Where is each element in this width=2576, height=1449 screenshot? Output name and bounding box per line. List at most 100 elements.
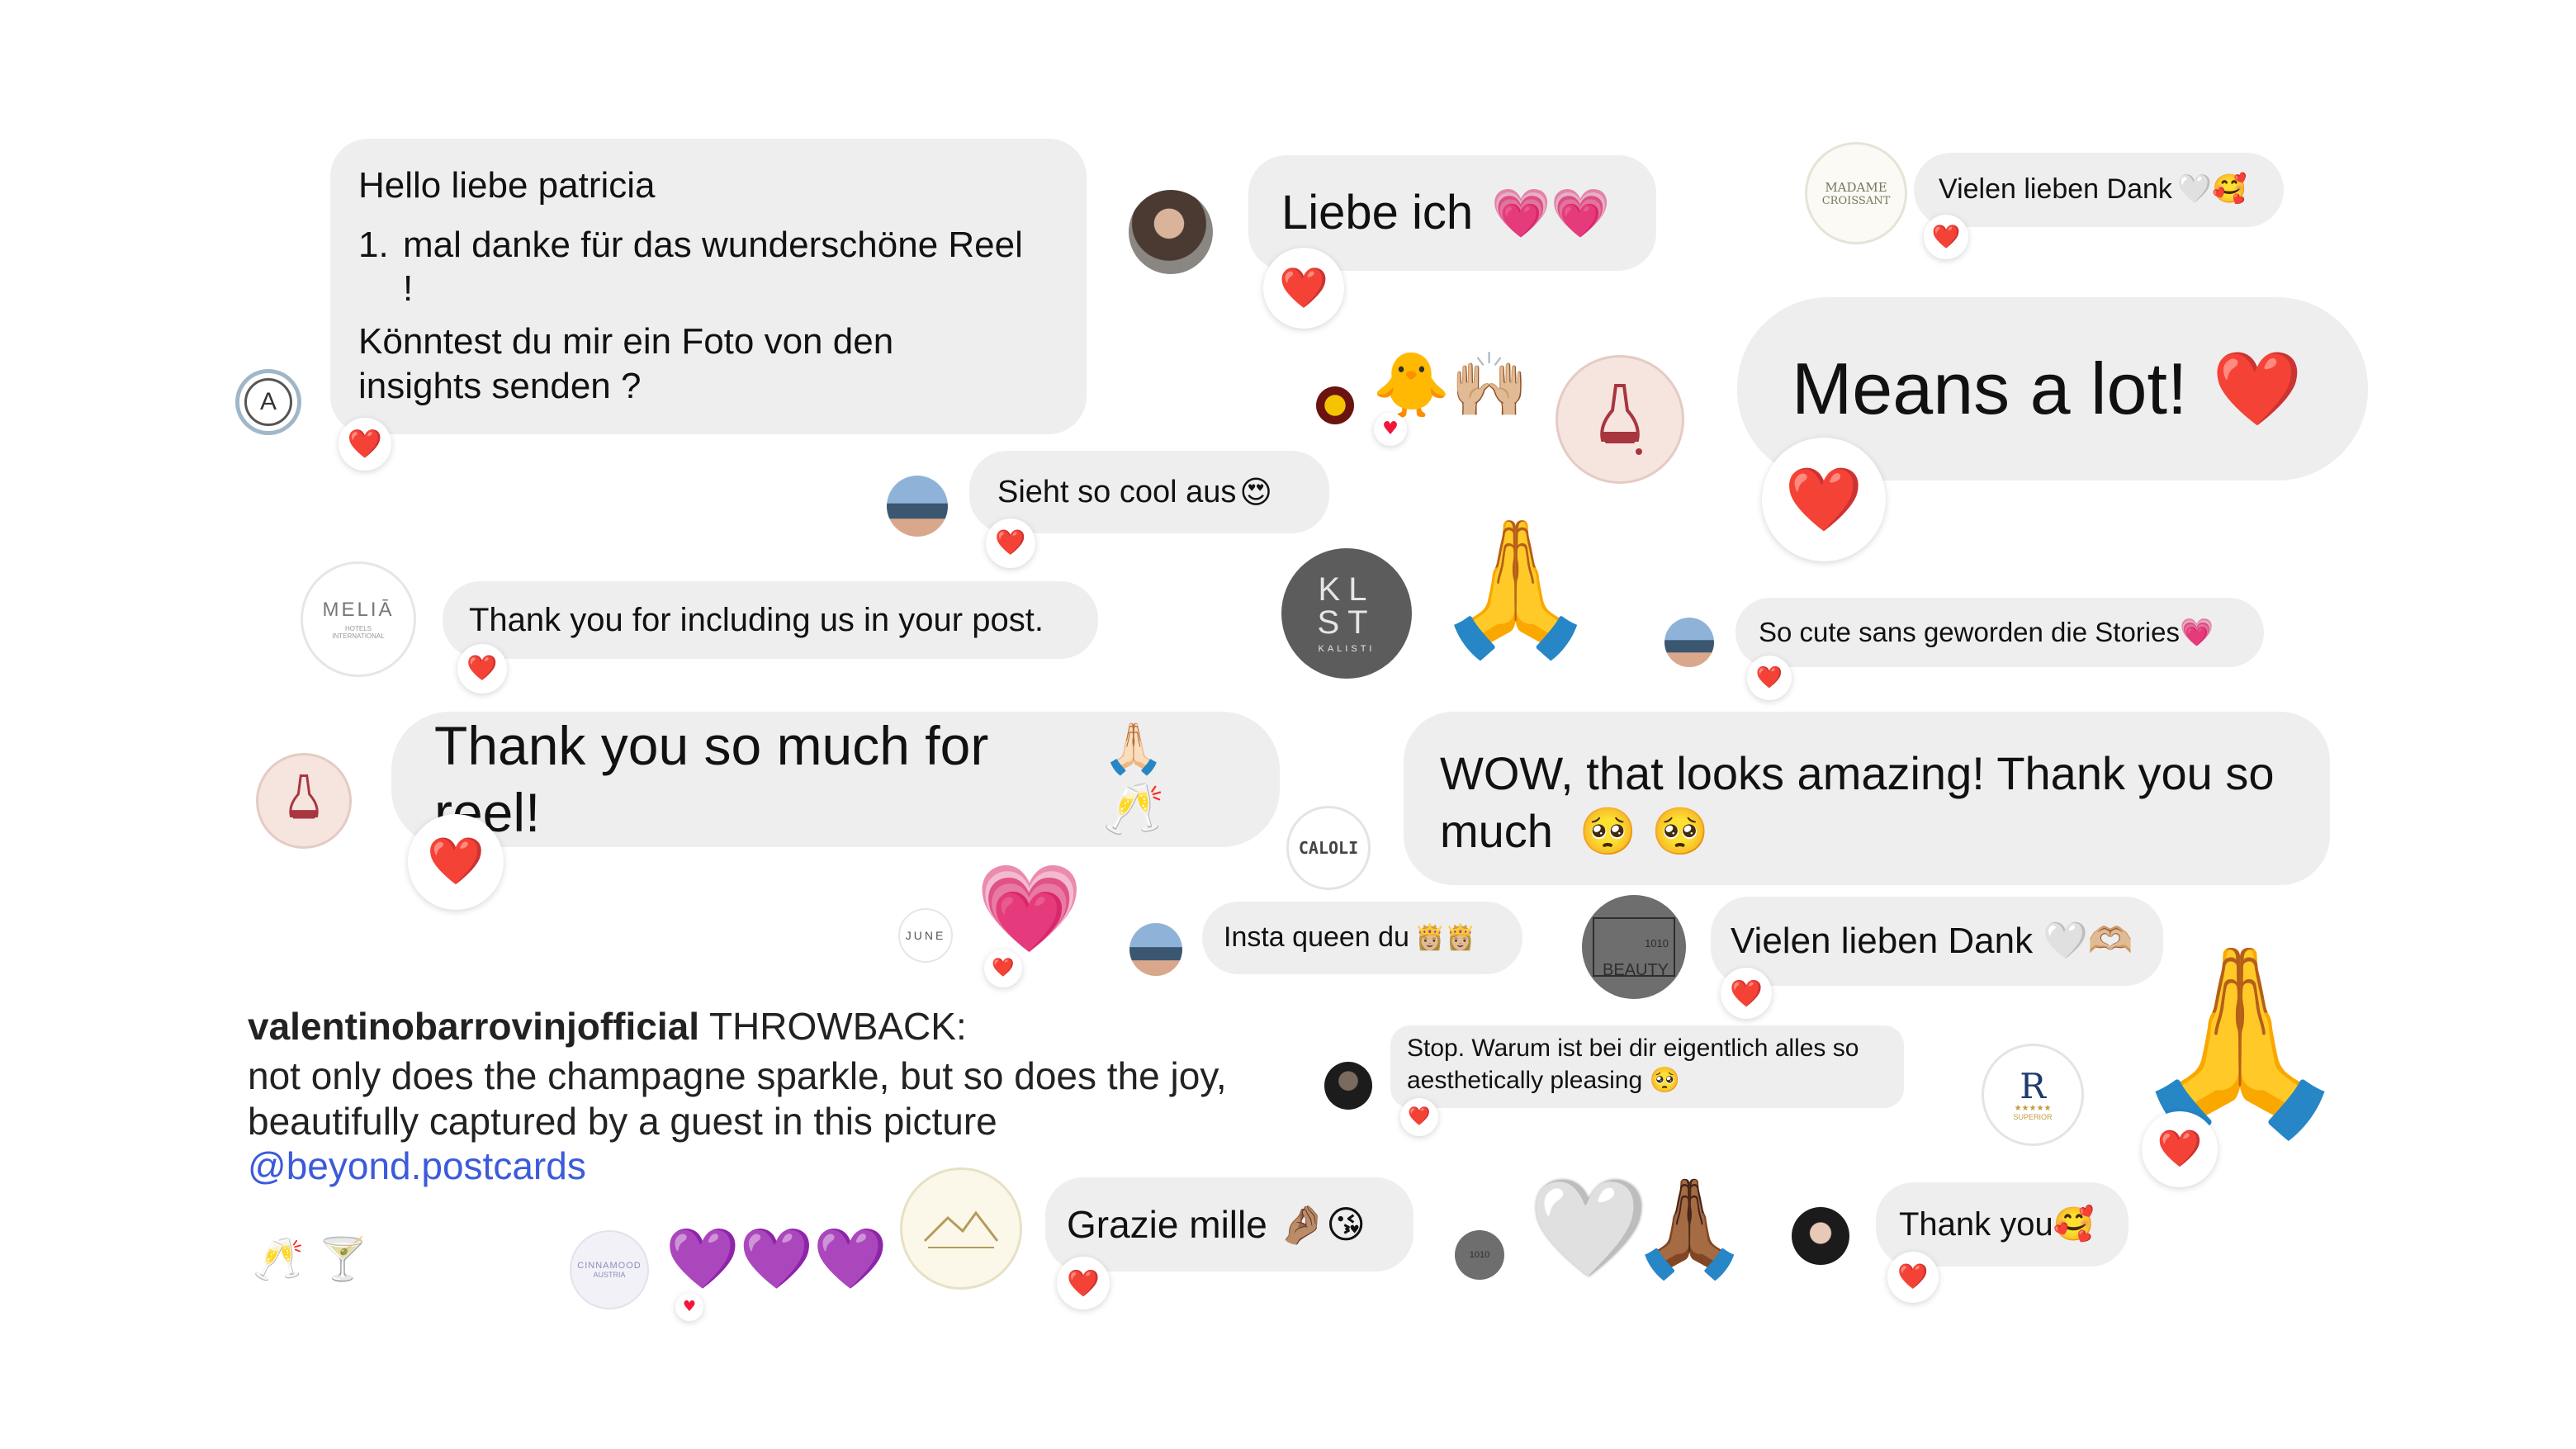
pinch-kiss-icon: 🤌🏽😘 xyxy=(1278,1201,1366,1247)
caption-line: not only does the champagne sparkle, but… xyxy=(248,1054,1227,1098)
reaction-heart-badge[interactable]: ❤️ xyxy=(1747,656,1792,700)
message-text-line: WOW, that looks amazing! Thank you so xyxy=(1440,747,2275,799)
message-text: Grazie mille xyxy=(1067,1202,1267,1246)
avatar-dark-portrait[interactable] xyxy=(1324,1062,1372,1110)
white-heart-smile-icon: 🤍🥰 xyxy=(2176,173,2247,206)
avatar-caloli[interactable]: CALOLI xyxy=(1286,806,1371,890)
reaction-heart-badge[interactable]: ❤️ xyxy=(457,644,507,694)
red-heart-icon: ❤️ xyxy=(2212,346,2303,432)
beating-pink-heart-icon: 💗 xyxy=(976,858,1083,959)
message-text: Insta queen du xyxy=(1224,921,1409,954)
message-bubble-vielen-dank-mid[interactable]: Vielen lieben Dank 🤍🫶🏼 xyxy=(1711,897,2163,986)
avatar-gold-logo[interactable] xyxy=(900,1167,1022,1290)
reaction-heart-badge[interactable]: ❤️ xyxy=(408,814,504,910)
message-bubble-patricia[interactable]: Hello liebe patricia 1. mal danke für da… xyxy=(330,139,1087,434)
reaction-heart-badge[interactable]: ❤️ xyxy=(2142,1111,2218,1187)
message-text: Vielen lieben Dank xyxy=(1731,921,2034,962)
message-text: So cute sans geworden die Stories xyxy=(1759,616,2180,647)
message-bubble-insta-queen[interactable]: Insta queen du 👸🏼👸🏼 xyxy=(1202,902,1522,974)
message-text: Sieht so cool aus xyxy=(997,474,1237,509)
pleading-face-icon: 🥺 🥺 xyxy=(1579,805,1709,859)
caloli-logo: CALOLI xyxy=(1298,838,1359,858)
avatar-melia[interactable]: MELIĀ HOTELS INTERNATIONAL xyxy=(301,561,416,677)
pray-champagne-icon: 🙏🏻 🥂 xyxy=(1102,719,1165,838)
message-text-line: aesthetically pleasing 🥺 xyxy=(1407,1064,1887,1096)
avatar-wine-glass[interactable] xyxy=(1556,355,1684,484)
message-bubble-stop[interactable]: Stop. Warum ist bei dir eigentlich alles… xyxy=(1390,1025,1904,1108)
princess-icon: 👸🏼👸🏼 xyxy=(1413,922,1476,952)
list-number: 1. xyxy=(358,224,389,265)
avatar-madame-croissant[interactable]: MADAME CROISSANT xyxy=(1805,142,1907,244)
message-bubble-sieht-so-cool[interactable]: Sieht so cool aus 😍 xyxy=(969,451,1329,533)
message-text: Liebe ich xyxy=(1281,185,1474,239)
avatar-june[interactable]: JUNE xyxy=(898,908,953,963)
folded-hands-dark-icon: 🙏🏾 xyxy=(1630,1172,1750,1284)
message-text-line: Stop. Warum ist bei dir eigentlich alles… xyxy=(1407,1035,1859,1062)
avatar-cinnamood[interactable]: CINNAMOOD AUSTRIA xyxy=(570,1230,649,1309)
caption-username[interactable]: valentinobarrovinjofficial xyxy=(248,1005,699,1048)
white-heart-hands-icon: 🤍🫶🏼 xyxy=(2043,920,2133,963)
a-logo-mark: A xyxy=(244,378,292,426)
reaction-heart-badge[interactable]: ❤️ xyxy=(1924,215,1968,259)
message-bubble-wow[interactable]: WOW, that looks amazing! Thank you so mu… xyxy=(1404,712,2330,885)
avatar-a-logo[interactable]: A xyxy=(235,369,301,435)
avatar-woman-dark-hair[interactable] xyxy=(1792,1207,1849,1265)
madame-logo-line: MADAME xyxy=(1825,179,1887,195)
avatar-r-superior[interactable]: R ★★★★★ SUPERIOR xyxy=(1982,1044,2084,1146)
reaction-heart-badge[interactable]: ❤️ xyxy=(1057,1257,1110,1309)
reaction-heart-badge[interactable]: ❤️ xyxy=(339,418,391,471)
gold-mountain-logo-icon xyxy=(923,1210,999,1248)
message-text-line: Könntest du mir ein Foto von den xyxy=(358,321,894,362)
avatar-woman-beach[interactable] xyxy=(887,476,948,537)
reaction-heart-badge[interactable]: ❤️ xyxy=(1721,968,1772,1019)
reaction-heart-badge[interactable]: ❤️ xyxy=(1887,1252,1939,1303)
avatar-wine-glass-small[interactable] xyxy=(256,753,352,849)
message-bubble-so-cute[interactable]: So cute sans geworden die Stories 💗 xyxy=(1735,598,2264,667)
reaction-heart-badge[interactable]: ❤️ xyxy=(1400,1098,1438,1136)
cinnamood-logo-line: CINNAMOOD xyxy=(577,1261,642,1271)
message-text: Thank you so much for reel! xyxy=(434,715,989,843)
message-bubble-grazie[interactable]: Grazie mille 🤌🏽😘 xyxy=(1045,1177,1413,1271)
beauty-logo-word: BEAUTY xyxy=(1603,961,1669,979)
madame-logo-line: CROISSANT xyxy=(1821,194,1891,207)
reaction-heart-badge[interactable]: ❤️ xyxy=(984,949,1022,987)
caption-line: beautifully captured by a guest in this … xyxy=(248,1099,997,1143)
pink-hearts-icon: 💗💗 xyxy=(1491,184,1611,241)
folded-hands-icon: 🙏 xyxy=(2127,935,2353,1146)
message-bubble-vielen-dank-top[interactable]: Vielen lieben Dank 🤍🥰 xyxy=(1914,153,2284,227)
reaction-heart-badge[interactable]: ❤️ xyxy=(1263,248,1344,329)
wine-glass-icon xyxy=(1600,384,1642,455)
pink-heart-icon: 💗 xyxy=(2179,615,2214,648)
list-text: mal danke für das wunderschöne Reel ! xyxy=(403,223,1023,311)
champagne-cocktail-icon: 🥂 🍸 xyxy=(253,1235,369,1283)
message-text: Thank you xyxy=(1899,1205,2053,1243)
cinnamood-logo-line: AUSTRIA xyxy=(593,1271,626,1279)
message-text: Thank you for including us in your post. xyxy=(469,601,1044,638)
reaction-heart-badge[interactable]: ❤️ xyxy=(986,519,1035,568)
reaction-heart-badge[interactable]: ❤️ xyxy=(1762,438,1886,561)
avatar-1010-beauty[interactable]: 1010 BEAUTY xyxy=(1582,895,1686,999)
folded-hands-icon: 🙏 xyxy=(1433,510,1598,665)
avatar-woman-sunglasses[interactable] xyxy=(1129,190,1213,274)
message-text-line: insights senden ? xyxy=(358,365,642,406)
reaction-heart-badge[interactable]: ♥ xyxy=(1374,413,1407,446)
r-superior-sub: SUPERIOR xyxy=(2013,1112,2053,1121)
avatar-woman-beach-small[interactable] xyxy=(1664,618,1714,667)
message-text-line: Hello liebe patricia xyxy=(358,165,656,206)
smiling-hearts-icon: 🥰 xyxy=(2053,1205,2095,1243)
duck-raised-hands-icon: 🐥🙌🏼 xyxy=(1372,348,1529,421)
kalisti-logo-sub: KALISTI xyxy=(1318,644,1376,654)
avatar-woman-beach-2[interactable] xyxy=(1129,923,1182,976)
melia-logo-name: MELIĀ xyxy=(322,599,395,621)
r-superior-stars: ★★★★★ xyxy=(2014,1103,2052,1113)
avatar-1010-beauty-small[interactable]: 1010 xyxy=(1455,1230,1504,1280)
message-text: Vielen lieben Dank xyxy=(1939,173,2172,206)
reaction-heart-badge[interactable]: ♥ xyxy=(675,1293,703,1321)
avatar-yellow-logo[interactable] xyxy=(1316,386,1354,424)
list-text-line: mal danke für das wunderschöne Reel xyxy=(403,224,1023,265)
avatar-kalisti[interactable]: KL ST KALISTI xyxy=(1281,548,1412,679)
message-bubble-thank-including[interactable]: Thank you for including us in your post. xyxy=(443,581,1098,659)
r-superior-letter: R xyxy=(2020,1065,2046,1106)
message-bubble-thank-reel[interactable]: Thank you so much for reel! 🙏🏻 🥂 xyxy=(391,712,1280,847)
message-text-line: much 🥺 🥺 xyxy=(1440,803,2294,861)
